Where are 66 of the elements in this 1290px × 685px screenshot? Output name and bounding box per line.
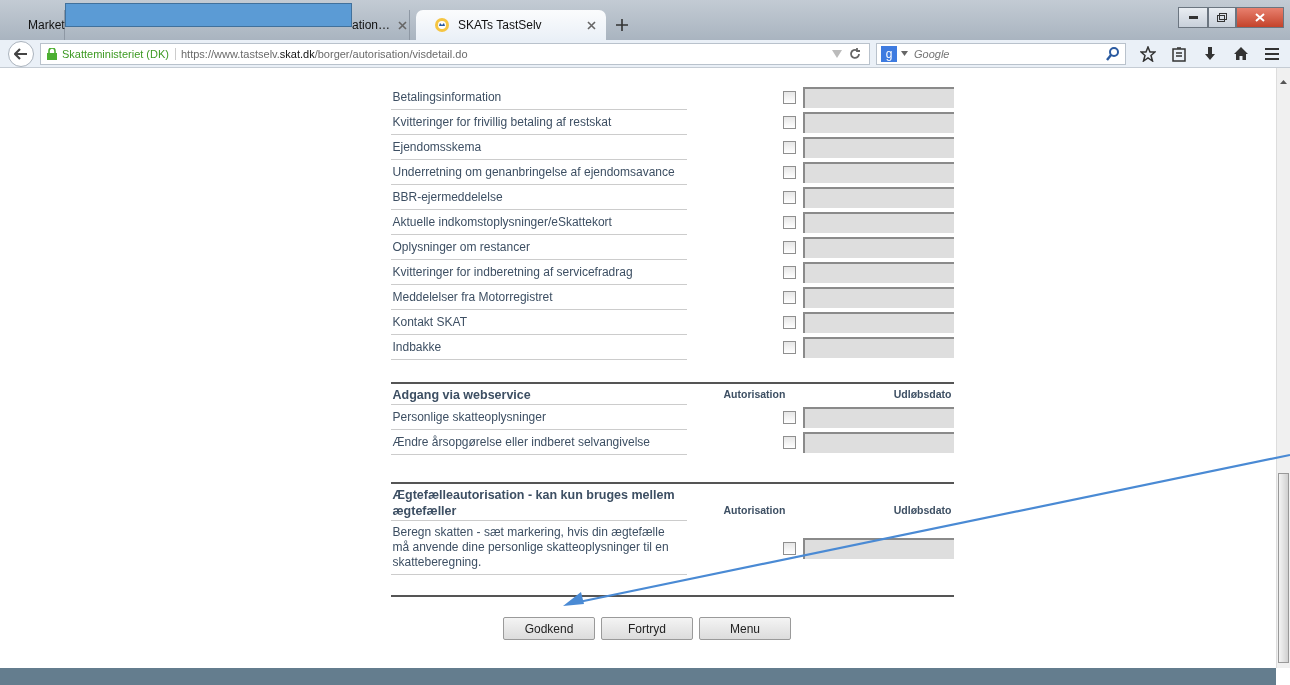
minimize-button[interactable] <box>1178 7 1208 28</box>
plus-icon[interactable] <box>616 19 628 31</box>
close-icon <box>1255 13 1265 22</box>
permission-label: Ændre årsopgørelse eller indberet selvangivelse <box>390 430 687 455</box>
back-arrow-icon <box>14 47 28 60</box>
column-header: Autorisation <box>723 388 786 400</box>
action-button[interactable]: Menu <box>699 617 791 640</box>
action-button[interactable]: Fortryd <box>601 617 693 640</box>
restore-icon <box>1217 13 1227 22</box>
close-icon[interactable] <box>587 20 596 30</box>
action-button[interactable]: Godkend <box>503 617 595 640</box>
search-field[interactable]: g Google <box>876 42 1126 65</box>
permission-label: Underretning om genanbringelse af ejendomsavance <box>390 160 687 185</box>
permission-label: Oplysninger om restancer <box>390 235 687 260</box>
column-header: Autorisation <box>723 504 786 516</box>
checkbox[interactable] <box>782 166 796 179</box>
site-identity: Skatteministeriet (DK) <box>62 47 176 60</box>
browser-tab[interactable]: SKATs TastSelv <box>416 10 606 40</box>
permission-label: Indbakke <box>390 335 687 360</box>
checkbox[interactable] <box>782 541 796 555</box>
close-button[interactable] <box>1236 7 1284 28</box>
star-icon[interactable] <box>1140 45 1156 62</box>
column-header: Udløbsdato <box>893 504 952 516</box>
search-input[interactable]: Google <box>912 46 1101 61</box>
close-icon[interactable] <box>398 20 408 30</box>
checkbox[interactable] <box>782 316 796 329</box>
checkbox[interactable] <box>782 116 796 129</box>
checkbox[interactable] <box>782 241 796 254</box>
dropdown-icon[interactable] <box>901 51 908 56</box>
scrollbar[interactable] <box>1276 68 1290 668</box>
permission-label: Kvitteringer for indberetning af servicefradrag <box>390 260 687 285</box>
checkbox[interactable] <box>782 141 796 154</box>
permission-label: Kvitteringer for frivillig betaling af restskat <box>390 110 687 135</box>
checkbox[interactable] <box>782 291 796 304</box>
section-heading: Ægtefælleautorisation - kan kun bruges mellem ægtefæller <box>390 484 687 521</box>
checkbox[interactable] <box>782 91 796 104</box>
download-icon[interactable] <box>1202 45 1218 62</box>
permission-label: Beregn skatten - sæt markering, hvis din ægtefælle må anvende dine personlige skatteoplysninger til en skatteberegning. <box>390 521 687 575</box>
checkbox[interactable] <box>782 436 796 449</box>
permission-label: Personlige skatteoplysninger <box>390 405 687 430</box>
permission-label: Meddelelser fra Motorregistret <box>390 285 687 310</box>
permission-label: Ejendomsskema <box>390 135 687 160</box>
permission-label: BBR-ejermeddelelse <box>390 185 687 210</box>
permission-label: Kontakt SKAT <box>390 310 687 335</box>
column-header: Udløbsdato <box>893 388 952 400</box>
permission-label: Betalingsinformation <box>390 85 687 110</box>
back-button[interactable] <box>8 40 34 67</box>
checkbox[interactable] <box>782 191 796 204</box>
checkbox[interactable] <box>782 341 796 354</box>
clipboard-icon[interactable] <box>1171 45 1187 62</box>
address-bar[interactable]: Skatteministeriet (DK) https://www.tastselv.skat.dk/borger/autorisation/visdetail.do <box>40 42 870 65</box>
restore-button[interactable] <box>1208 7 1236 28</box>
search-icon[interactable] <box>1105 45 1121 62</box>
scroll-up-icon[interactable] <box>1280 80 1287 84</box>
checkbox[interactable] <box>782 411 796 424</box>
checkbox[interactable] <box>782 216 796 229</box>
padlock-icon <box>47 47 57 60</box>
section-heading: Adgang via webservice <box>390 384 687 405</box>
minimize-icon <box>1188 16 1198 19</box>
menu-icon[interactable] <box>1264 45 1280 62</box>
search-engine-logo: g <box>881 45 897 62</box>
url-text: https://www.tastselv.skat.dk/borger/autorisation/visdetail.do <box>181 47 469 60</box>
permission-label: Aktuelle indkomstoplysninger/eSkattekort <box>390 210 687 235</box>
reload-icon[interactable] <box>847 45 863 62</box>
home-icon[interactable] <box>1233 45 1249 62</box>
checkbox[interactable] <box>782 266 796 279</box>
